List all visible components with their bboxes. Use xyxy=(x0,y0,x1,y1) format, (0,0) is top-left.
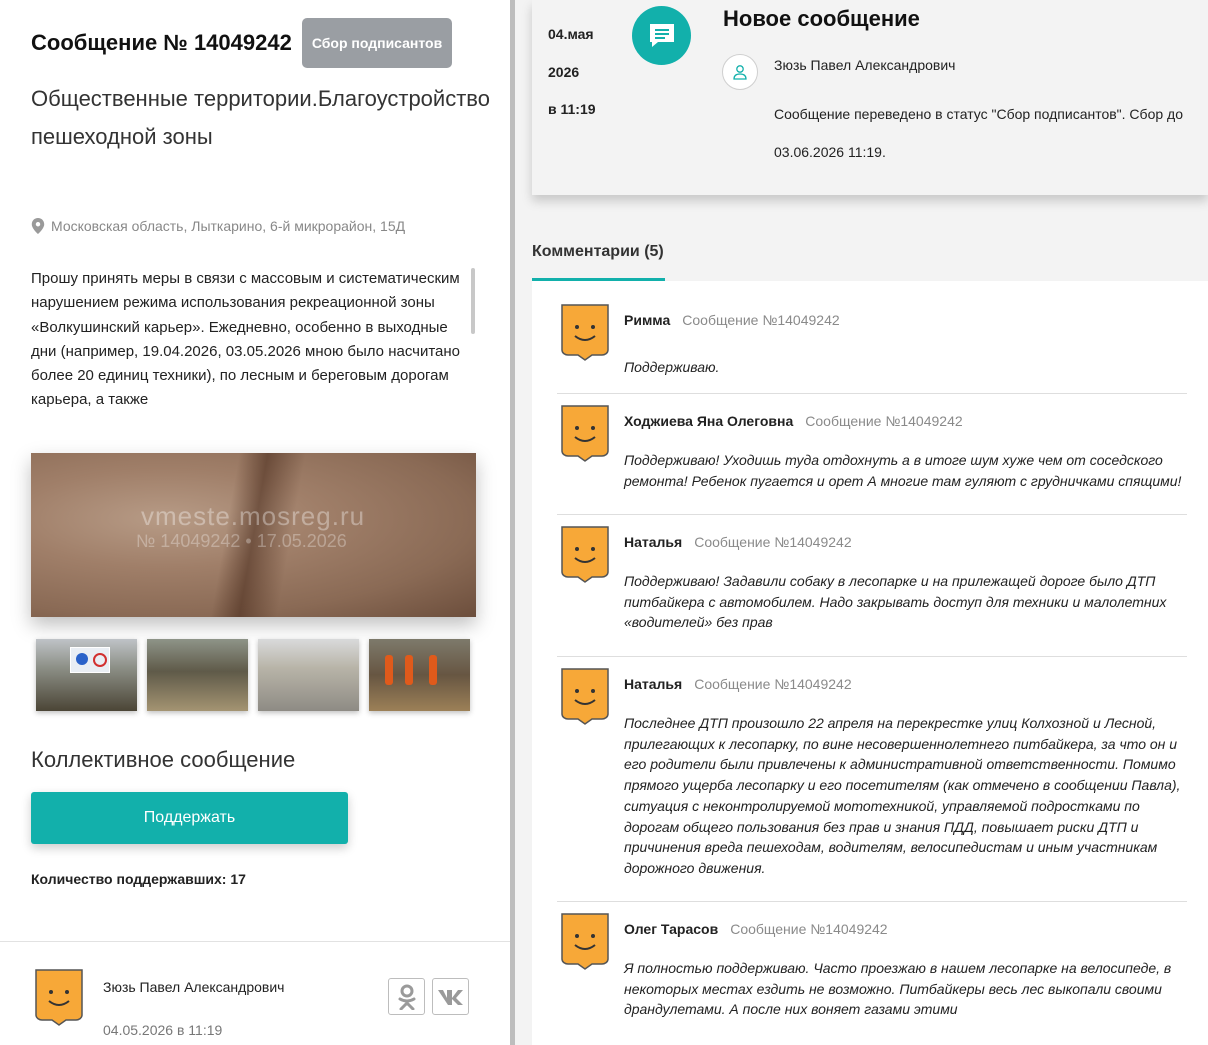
chat-icon xyxy=(649,23,674,47)
avatar-icon xyxy=(560,667,610,730)
tab-comments[interactable]: Комментарии (5) xyxy=(532,243,664,261)
message-bubble-icon xyxy=(632,6,691,65)
user-icon xyxy=(722,54,758,90)
comment-header: Ходжиева Яна Олеговна Сообщение №14049242 xyxy=(624,413,963,429)
avatar-icon xyxy=(35,969,83,1026)
vk-share-button[interactable] xyxy=(432,978,469,1015)
comment-text: Поддерживаю. xyxy=(624,359,720,375)
comment-header: Римма Сообщение №14049242 xyxy=(624,312,840,328)
comment-author: Наталья xyxy=(624,534,683,550)
photo-watermark-line2: № 14049242 • 17.05.2026 xyxy=(136,531,347,551)
support-count: Количество поддержавших: 17 xyxy=(31,871,246,887)
event-text: Сообщение переведено в статус "Сбор подп… xyxy=(774,106,1183,160)
comment-message-ref[interactable]: Сообщение №14049242 xyxy=(694,534,851,550)
message-header: Сообщение № 14049242 Сбор подписантов xyxy=(31,18,453,68)
comment-text: Поддерживаю! Уходишь туда отдохнуть а в … xyxy=(624,452,1182,489)
comment-header: Наталья Сообщение №14049242 xyxy=(624,534,852,550)
message-address: Московская область, Лыткарино, 6-й микро… xyxy=(31,218,405,234)
message-panel: Сообщение № 14049242 Сбор подписантов Об… xyxy=(0,0,512,1045)
event-date-day: 04.мая xyxy=(548,26,594,42)
photo-thumbnail[interactable] xyxy=(369,639,470,711)
event-date-time: в 11:19 xyxy=(548,101,596,117)
person-icon xyxy=(733,65,747,80)
history-panel: 04.мая 2026 в 11:19 Новое сообщение Зюзь… xyxy=(515,0,1208,1045)
comment-author: Наталья xyxy=(624,676,683,692)
photo-thumbnail[interactable] xyxy=(147,639,248,711)
event-user: Зюзь Павел Александрович xyxy=(774,57,956,73)
comment-message-ref[interactable]: Сообщение №14049242 xyxy=(682,312,839,328)
avatar-icon xyxy=(560,303,610,366)
main-photo[interactable]: vmeste.mosreg.ru № 14049242 • 17.05.2026 xyxy=(31,453,476,617)
collective-label: Коллективное сообщение xyxy=(31,747,296,772)
photo-thumbnail[interactable] xyxy=(258,639,359,711)
comment-divider xyxy=(557,514,1187,515)
comment-header: Олег Тарасов Сообщение №14049242 xyxy=(624,921,888,937)
author-name: Зюзь Павел Александрович xyxy=(103,979,285,995)
photo-watermark: vmeste.mosreg.ru xyxy=(141,501,366,531)
comment-divider xyxy=(557,393,1187,394)
author-bar: Зюзь Павел Александрович 04.05.2026 в 11… xyxy=(0,941,510,1045)
comment-message-ref[interactable]: Сообщение №14049242 xyxy=(694,676,851,692)
comments-list: Римма Сообщение №14049242 Поддерживаю. Ход… xyxy=(532,281,1208,1045)
event-date-year: 2026 xyxy=(548,64,580,80)
odnoklassniki-icon xyxy=(398,984,415,1010)
comment-message-ref[interactable]: Сообщение №14049242 xyxy=(805,413,962,429)
message-title: Сообщение № 14049242 xyxy=(31,30,292,55)
comment-author: Олег Тарасов xyxy=(624,921,719,937)
avatar-icon xyxy=(560,404,610,467)
comment-message-ref[interactable]: Сообщение №14049242 xyxy=(730,921,887,937)
comment-text: Последнее ДТП произошло 22 апреля на пер… xyxy=(624,715,1181,876)
event-card: 04.мая 2026 в 11:19 Новое сообщение Зюзь… xyxy=(532,0,1208,195)
comment-text: Поддерживаю! Задавили собаку в лесопарке… xyxy=(624,573,1167,631)
location-pin-icon xyxy=(31,218,45,234)
avatar-icon xyxy=(560,525,610,588)
page: Сообщение № 14049242 Сбор подписантов Об… xyxy=(0,0,1208,1045)
comment-divider xyxy=(557,656,1187,657)
status-badge: Сбор подписантов xyxy=(301,18,453,68)
figure-shape xyxy=(429,655,437,685)
comment-divider xyxy=(557,901,1187,902)
description-scrollbar[interactable] xyxy=(471,268,475,334)
author-date: 04.05.2026 в 11:19 xyxy=(103,1022,223,1038)
support-button[interactable]: Поддержать xyxy=(31,792,348,844)
road-sign-icon xyxy=(70,647,110,673)
photo-thumbnails xyxy=(36,639,470,711)
comment-header: Наталья Сообщение №14049242 xyxy=(624,676,852,692)
message-category: Общественные территории.Благоустройство … xyxy=(31,86,490,149)
message-description[interactable]: Прошу принять меры в связи с массовым и … xyxy=(31,267,471,414)
figure-shape xyxy=(385,655,393,685)
vk-icon xyxy=(437,989,463,1005)
comment-text: Я полностью поддерживаю. Часто проезжаю … xyxy=(624,960,1172,1018)
odnoklassniki-share-button[interactable] xyxy=(388,978,425,1015)
figure-shape xyxy=(405,655,413,685)
avatar-icon xyxy=(560,912,610,975)
comment-author: Ходжиева Яна Олеговна xyxy=(624,413,794,429)
address-text: Московская область, Лыткарино, 6-й микро… xyxy=(51,218,406,234)
event-title: Новое сообщение xyxy=(723,6,920,31)
comment-author: Римма xyxy=(624,312,671,328)
photo-thumbnail[interactable] xyxy=(36,639,137,711)
